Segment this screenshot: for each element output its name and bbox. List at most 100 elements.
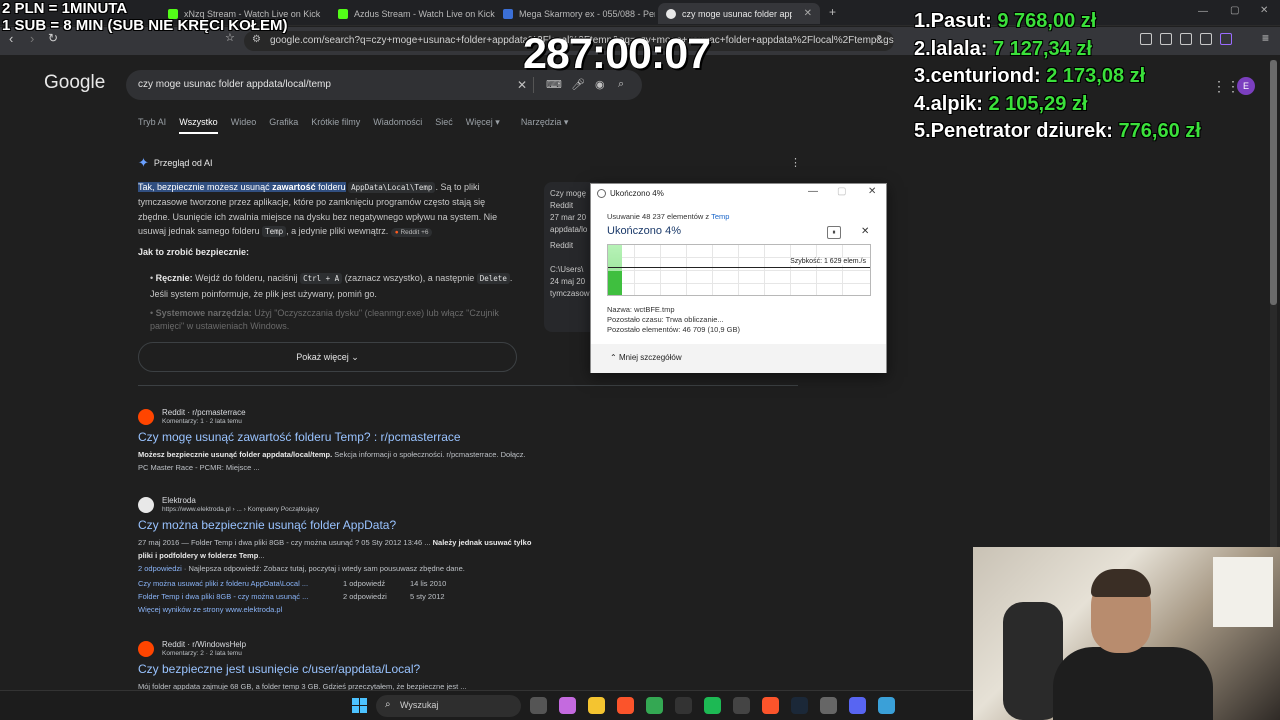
folder-link[interactable]: Temp: [711, 212, 729, 221]
bullet-text: (zaznacz wszystko), a następnie: [342, 273, 477, 283]
webcam-person-hair: [1091, 569, 1151, 597]
ai-bullet-faded: • Systemowe narzędzia: Użyj "Oczyszczani…: [150, 308, 499, 331]
leaderboard-row: 2.lalala: 7 127,34 zł: [914, 36, 1201, 64]
donation-amount: 776,60 zł: [1118, 120, 1201, 142]
divider: [138, 385, 798, 386]
task-view-icon[interactable]: [530, 697, 547, 714]
donor-name: 2.lalala:: [914, 37, 993, 60]
close-tab-icon[interactable]: ✕: [804, 8, 812, 19]
tab-tools[interactable]: Narzędzia ▾: [521, 117, 569, 134]
inline-code: Ctrl + A: [300, 273, 343, 284]
google-logo[interactable]: Google: [44, 72, 105, 94]
tab-all[interactable]: Wszystko: [179, 117, 218, 134]
leaderboard-row: 4.alpik: 2 105,29 zł: [914, 91, 1201, 119]
sub-result-link[interactable]: Folder Temp i dwa pliki 8GB - czy można …: [138, 590, 343, 603]
result-title-link[interactable]: Czy można bezpiecznie usunąć folder AppD…: [138, 518, 558, 532]
brave-beta-icon[interactable]: [762, 697, 779, 714]
extension-icon[interactable]: [1200, 33, 1212, 45]
steam-icon[interactable]: [791, 697, 808, 714]
avatar[interactable]: E: [1237, 77, 1255, 95]
tab-label: czy moge usunac folder appdata: [682, 8, 792, 19]
leaderboard-row: 5.Penetrator dziurek: 776,60 zł: [914, 118, 1201, 146]
progress-window-icon: [597, 189, 606, 198]
calculator-icon[interactable]: [820, 697, 837, 714]
items-remaining: Pozostało elementów: 46 709 (10,9 GB): [607, 325, 740, 334]
browser-tab[interactable]: Mega Skarmory ex - 055/088 - Perfect: [495, 3, 655, 24]
ai-bullet: • Ręcznie: Wejdź do folderu, naciśnij Ct…: [150, 273, 513, 299]
search-divider: [533, 77, 534, 93]
obs-icon[interactable]: [675, 697, 692, 714]
windows-start-icon[interactable]: [352, 698, 367, 713]
taskbar-search[interactable]: ⌕ Wyszukaj: [376, 695, 521, 717]
apps-grid-icon[interactable]: ⋮⋮: [1212, 78, 1240, 95]
graph-gridline: [660, 245, 661, 295]
notepad-icon[interactable]: [878, 697, 895, 714]
extension-icon[interactable]: [1220, 33, 1232, 45]
clear-search-icon[interactable]: ✕: [517, 78, 527, 92]
description-text: Usuwanie 48 237 elementów z: [607, 212, 712, 221]
menu-icon[interactable]: ≡: [1262, 31, 1269, 45]
result-source[interactable]: Elektroda https://www.elektroda.pl › ...…: [138, 495, 558, 513]
new-tab-button[interactable]: +: [829, 5, 836, 19]
muza-icon[interactable]: [733, 697, 750, 714]
inline-code: Temp: [262, 226, 287, 238]
spotify-icon[interactable]: [704, 697, 721, 714]
result-source[interactable]: Reddit · r/WindowsHelp Komentarzy: 2 · 2…: [138, 639, 558, 657]
bullet-label: Systemowe narzędzia:: [155, 308, 252, 318]
lens-icon[interactable]: ◉: [595, 78, 605, 91]
tab-images[interactable]: Grafika: [269, 117, 298, 134]
result-title-link[interactable]: Czy mogę usunąć zawartość folderu Temp? …: [138, 430, 558, 444]
graph-gridline: [608, 283, 870, 284]
tab-news[interactable]: Wiadomości: [373, 117, 422, 134]
sub-result-link[interactable]: Czy można usuwać pliki z folderu AppData…: [138, 577, 343, 590]
minimize-icon[interactable]: —: [808, 186, 818, 197]
maximize-icon: ▢: [837, 186, 847, 197]
result-site: Elektroda: [162, 496, 196, 505]
browser-tab[interactable]: Azdus Stream - Watch Live on Kick: [330, 3, 495, 24]
fewer-details-label: Mniej szczegółów: [618, 353, 682, 362]
speed-fill: [608, 271, 622, 295]
tab-short-videos[interactable]: Krótkie filmy: [311, 117, 360, 134]
copilot-icon[interactable]: [559, 697, 576, 714]
brave-icon[interactable]: [617, 697, 634, 714]
site-info-icon[interactable]: ⚙: [252, 34, 261, 45]
pause-button[interactable]: ⏸: [827, 226, 841, 239]
close-icon[interactable]: ✕: [868, 186, 876, 197]
result-source[interactable]: Reddit · r/pcmasterrace Komentarzy: 1 · …: [138, 407, 558, 425]
show-more-label: Pokaż więcej: [296, 352, 349, 362]
more-options-icon[interactable]: ⋮: [790, 156, 801, 169]
discord-icon[interactable]: [849, 697, 866, 714]
tab-more[interactable]: Więcej ▾: [466, 117, 500, 134]
reddit-icon: [138, 641, 154, 657]
search-icon[interactable]: ⌕: [618, 78, 624, 91]
donation-amount: 7 127,34 zł: [992, 37, 1092, 60]
browser-tab-active[interactable]: czy moge usunac folder appdata ✕: [658, 3, 820, 24]
chrome-icon[interactable]: [646, 697, 663, 714]
source-chip[interactable]: ● Reddit +6: [390, 228, 433, 238]
donor-name: 5.Penetrator dziurek:: [914, 120, 1119, 142]
result-title-link[interactable]: Czy bezpieczne jest usunięcie c/user/app…: [138, 662, 558, 676]
site-icon: [503, 8, 513, 19]
cancel-button[interactable]: ✕: [861, 226, 869, 237]
zoom-icon[interactable]: ⌕: [876, 31, 882, 44]
keyboard-icon[interactable]: ⌨: [546, 78, 562, 91]
chevron-up-icon: ⌃: [610, 353, 617, 362]
tab-video[interactable]: Wideo: [231, 117, 257, 134]
tab-web[interactable]: Sieć: [435, 117, 453, 134]
search-input[interactable]: czy moge usunac folder appdata/local/tem…: [138, 79, 331, 90]
more-results-link[interactable]: Więcej wyników ze strony www.elektroda.p…: [138, 603, 538, 616]
graph-gridline: [608, 270, 870, 271]
microphone-icon[interactable]: 🎤︎: [571, 78, 585, 91]
speed-line: [608, 267, 870, 268]
scrollbar-thumb[interactable]: [1270, 60, 1277, 305]
sub-line: 1 SUB = 8 MIN (SUB NIE KRĘCI KOŁEM): [2, 17, 288, 34]
tab-ai-mode[interactable]: Tryb AI: [138, 117, 166, 134]
fewer-details-toggle[interactable]: ⌃ Mniej szczegółów: [610, 353, 682, 362]
sub-result-date: 14 lis 2010: [410, 579, 447, 588]
maximize-window-icon[interactable]: ▢: [1230, 5, 1239, 16]
file-explorer-icon[interactable]: [588, 697, 605, 714]
show-more-button[interactable]: Pokaż więcej ⌄: [138, 342, 517, 372]
graph-gridline: [634, 245, 635, 295]
close-window-icon[interactable]: ✕: [1260, 5, 1268, 16]
answers-link[interactable]: 2 odpowiedzi: [138, 564, 182, 573]
